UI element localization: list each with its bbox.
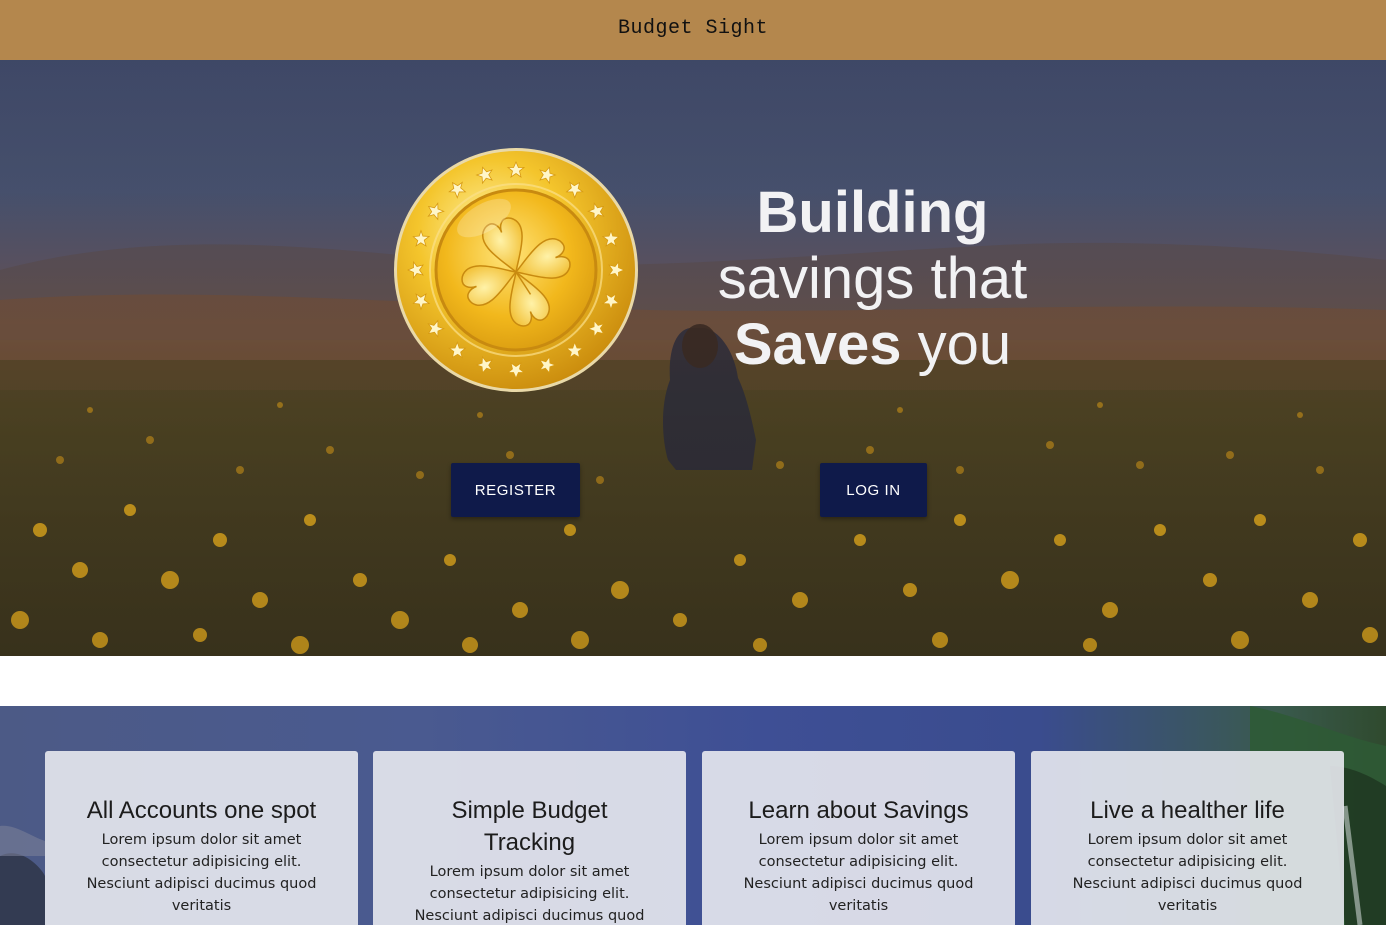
feature-card: Simple Budget Tracking Lorem ipsum dolor… [373,751,686,925]
feature-card: Live a healther life Lorem ipsum dolor s… [1031,751,1344,925]
headline-line-2: savings that [717,246,1028,311]
feature-card-title: Live a healther life [1090,797,1285,824]
headline-you: you [917,312,1012,377]
headline-line-1: Building [756,180,989,245]
gold-coin-clover-icon [394,148,638,392]
features-section: All Accounts one spot Lorem ipsum dolor … [0,706,1386,925]
register-button[interactable]: REGISTER [451,463,580,517]
feature-card-text: Lorem ipsum dolor sit amet consectetur a… [86,832,317,914]
hero-headline: Building savings that Saves you [680,180,1065,378]
feature-card: Learn about Savings Lorem ipsum dolor si… [702,751,1015,925]
feature-card-text: Lorem ipsum dolor sit amet consectetur a… [743,832,974,914]
login-button[interactable]: LOG IN [820,463,927,517]
top-bar: Budget Sight [0,0,1386,60]
feature-card-title: Learn about Savings [748,797,969,824]
feature-card: All Accounts one spot Lorem ipsum dolor … [45,751,358,925]
brand-title[interactable]: Budget Sight [618,17,768,40]
feature-card-title: All Accounts one spot [86,797,317,824]
feature-card-text: Lorem ipsum dolor sit amet consectetur a… [414,864,645,924]
feature-card-title: Simple Budget Tracking [451,797,608,856]
hero-section: Building savings that Saves you REGISTER… [0,60,1386,656]
headline-saves: Saves [733,312,902,377]
feature-card-text: Lorem ipsum dolor sit amet consectetur a… [1072,832,1303,914]
